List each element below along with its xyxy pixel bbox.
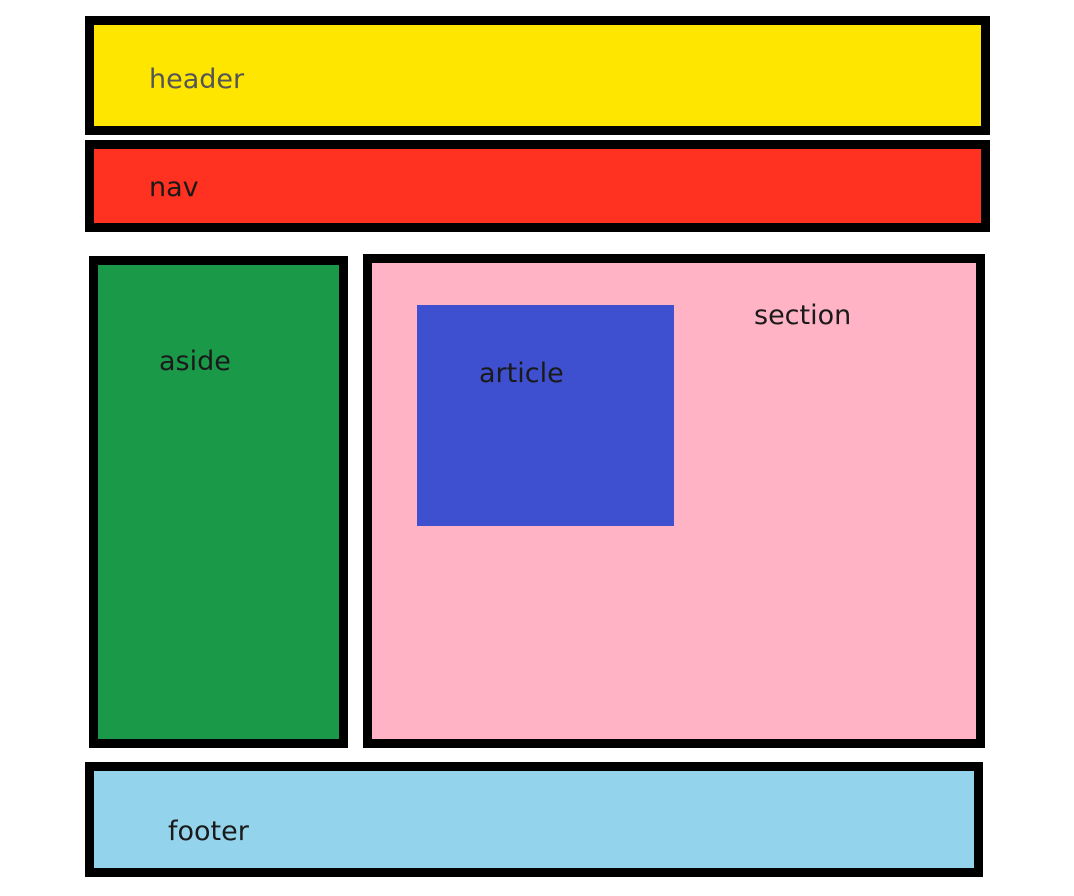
nav-region	[85, 140, 990, 232]
article-label: article	[479, 358, 564, 389]
footer-label: footer	[168, 816, 249, 847]
header-label: header	[149, 64, 245, 95]
section-label: section	[754, 300, 852, 331]
article-region	[417, 305, 674, 526]
aside-region	[89, 256, 348, 748]
aside-label: aside	[159, 346, 231, 377]
nav-label: nav	[149, 172, 199, 203]
